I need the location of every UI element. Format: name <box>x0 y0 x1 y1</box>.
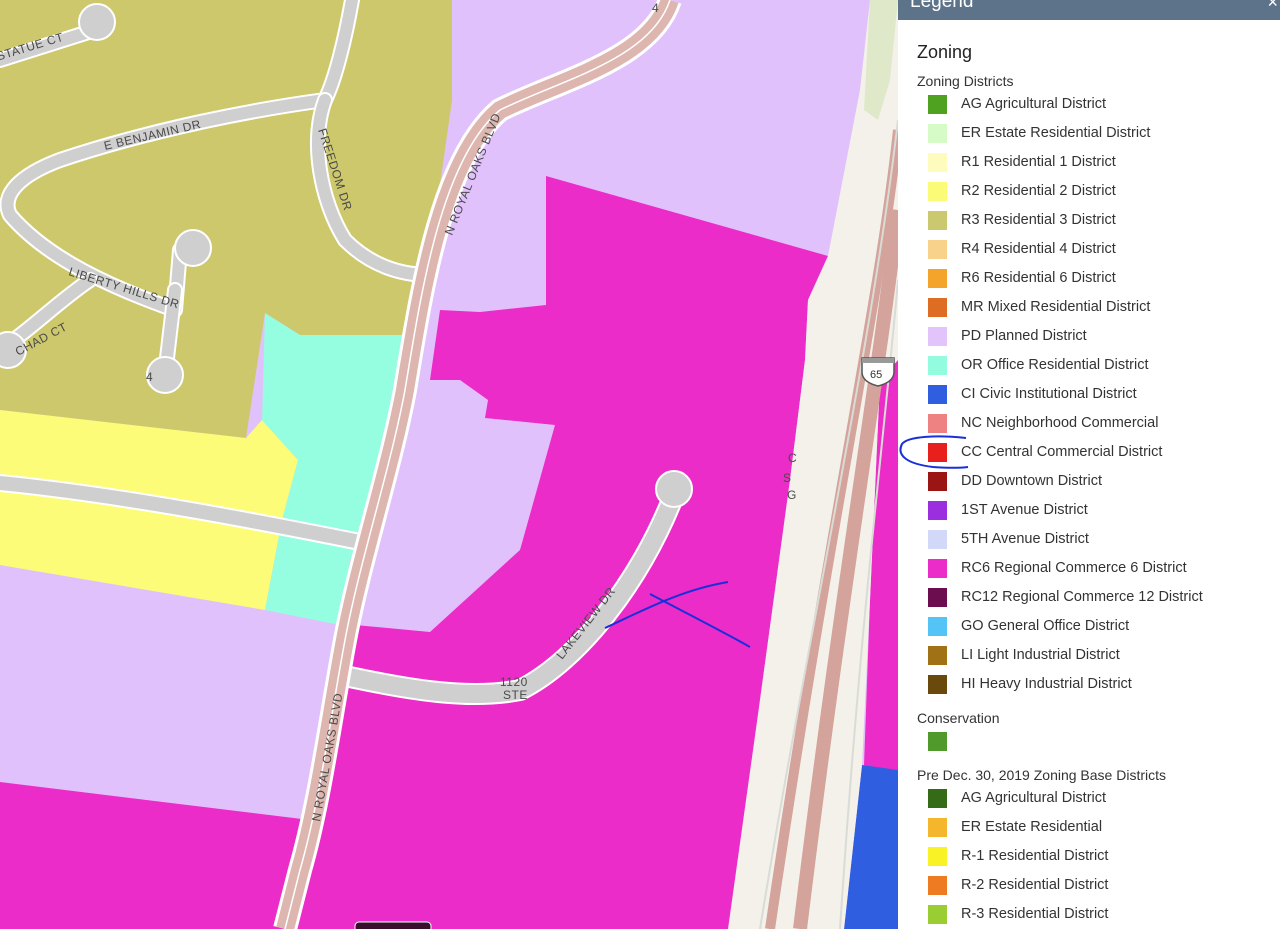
legend-swatch <box>928 356 947 375</box>
legend-item: GO General Office District <box>926 617 1266 646</box>
legend-label: AG Agricultural District <box>961 96 1107 112</box>
legend-label: NC Neighborhood Commercial <box>961 415 1159 431</box>
legend-item: HI Heavy Industrial District <box>926 675 1266 704</box>
legend-swatch <box>928 588 947 607</box>
legend-title: Legend <box>910 0 974 12</box>
legend-label: RC6 Regional Commerce 6 District <box>961 560 1187 576</box>
legend-group-title: Conservation <box>917 710 1000 726</box>
legend-item: R3 Residential 3 District <box>926 211 1266 240</box>
legend-item: R1 Residential 1 District <box>926 153 1266 182</box>
legend-item <box>926 732 1266 761</box>
legend-label: R-3 Residential District <box>961 906 1109 922</box>
legend-swatch <box>928 269 947 288</box>
legend-item: PD Planned District <box>926 327 1266 356</box>
map-canvas[interactable]: STATUE CT E BENJAMIN DR FREEDOM DR LIBER… <box>0 0 898 929</box>
legend-label: LI Light Industrial District <box>961 647 1120 663</box>
interstate-shield-number: 65 <box>870 369 882 381</box>
legend-group-title: Zoning Districts <box>917 73 1014 89</box>
legend-label: R6 Residential 6 District <box>961 270 1116 286</box>
map-bottom-widget[interactable] <box>354 921 432 929</box>
legend-item: OR Office Residential District <box>926 356 1266 385</box>
legend-label: OR Office Residential District <box>961 357 1149 373</box>
legend-swatch <box>928 818 947 837</box>
legend-item: R-3 Residential District <box>926 905 1266 929</box>
annotation-circle <box>899 435 969 469</box>
legend-item: AG Agricultural District <box>926 789 1266 818</box>
zoning-map[interactable]: STATUE CT E BENJAMIN DR FREEDOM DR LIBER… <box>0 0 898 929</box>
legend-swatch <box>928 240 947 259</box>
legend-swatch <box>928 617 947 636</box>
layer-title: Zoning <box>917 42 973 62</box>
legend-swatch <box>928 675 947 694</box>
legend-swatch <box>928 732 947 751</box>
label-num-4-top: 4 <box>652 1 659 15</box>
label-fragment-s: S <box>783 471 792 485</box>
legend-item: DD Downtown District <box>926 472 1266 501</box>
label-ste: STE <box>503 688 528 702</box>
legend-swatch <box>928 124 947 143</box>
legend-swatch <box>928 501 947 520</box>
legend-swatch <box>928 847 947 866</box>
legend-swatch <box>928 905 947 924</box>
close-icon[interactable]: × <box>1267 0 1278 13</box>
label-fragment-g: G <box>787 488 797 502</box>
legend-item: ER Estate Residential District <box>926 124 1266 153</box>
legend-label: ER Estate Residential <box>961 819 1103 835</box>
legend-label: R-1 Residential District <box>961 848 1109 864</box>
label-1120: 1120 <box>500 675 528 689</box>
label-num-4-left: 4 <box>146 370 153 384</box>
legend-swatch <box>928 530 947 549</box>
legend-label: R3 Residential 3 District <box>961 212 1116 228</box>
legend-item: R6 Residential 6 District <box>926 269 1266 298</box>
legend-swatch <box>928 385 947 404</box>
legend-label: PD Planned District <box>961 328 1087 344</box>
legend-label: CI Civic Institutional District <box>961 386 1137 402</box>
legend-label: DD Downtown District <box>961 473 1102 489</box>
legend-item: R-1 Residential District <box>926 847 1266 876</box>
legend-swatch <box>928 646 947 665</box>
legend-label: 1ST Avenue District <box>961 502 1088 518</box>
legend-swatch <box>928 789 947 808</box>
legend-label: AG Agricultural District <box>961 790 1107 806</box>
legend-swatch <box>928 153 947 172</box>
legend-group-title: Pre Dec. 30, 2019 Zoning Base Districts <box>917 767 1167 783</box>
legend-label: MR Mixed Residential District <box>961 299 1151 315</box>
interstate-shield-icon: 65 <box>861 357 895 387</box>
legend-item: AG Agricultural District <box>926 95 1266 124</box>
legend-panel: Legend × Zoning Zoning Districts AG Agric… <box>898 0 1280 929</box>
legend-label: HI Heavy Industrial District <box>961 676 1132 692</box>
legend-swatch <box>928 298 947 317</box>
legend-item: 5TH Avenue District <box>926 530 1266 559</box>
legend-label: GO General Office District <box>961 618 1130 634</box>
legend-label: RC12 Regional Commerce 12 District <box>961 589 1203 605</box>
legend-header: Legend × <box>898 0 1280 20</box>
legend-label: R1 Residential 1 District <box>961 154 1116 170</box>
legend-swatch <box>928 559 947 578</box>
legend-item: R-2 Residential District <box>926 876 1266 905</box>
legend-swatch <box>928 95 947 114</box>
legend-label: R2 Residential 2 District <box>961 183 1116 199</box>
legend-item: LI Light Industrial District <box>926 646 1266 675</box>
legend-item: 1ST Avenue District <box>926 501 1266 530</box>
legend-swatch <box>928 876 947 895</box>
legend-label: 5TH Avenue District <box>961 531 1089 547</box>
legend-swatch <box>928 211 947 230</box>
legend-swatch <box>928 327 947 346</box>
legend-item: RC12 Regional Commerce 12 District <box>926 588 1266 617</box>
legend-item: CI Civic Institutional District <box>926 385 1266 414</box>
legend-swatch <box>928 182 947 201</box>
label-fragment-c: C <box>788 451 797 465</box>
legend-label: CC Central Commercial District <box>961 444 1163 460</box>
legend-label: R4 Residential 4 District <box>961 241 1116 257</box>
legend-label: ER Estate Residential District <box>961 125 1151 141</box>
legend-label: R-2 Residential District <box>961 877 1109 893</box>
legend-item: RC6 Regional Commerce 6 District <box>926 559 1266 588</box>
legend-item: R4 Residential 4 District <box>926 240 1266 269</box>
legend-item: R2 Residential 2 District <box>926 182 1266 211</box>
legend-item: MR Mixed Residential District <box>926 298 1266 327</box>
legend-item: ER Estate Residential <box>926 818 1266 847</box>
